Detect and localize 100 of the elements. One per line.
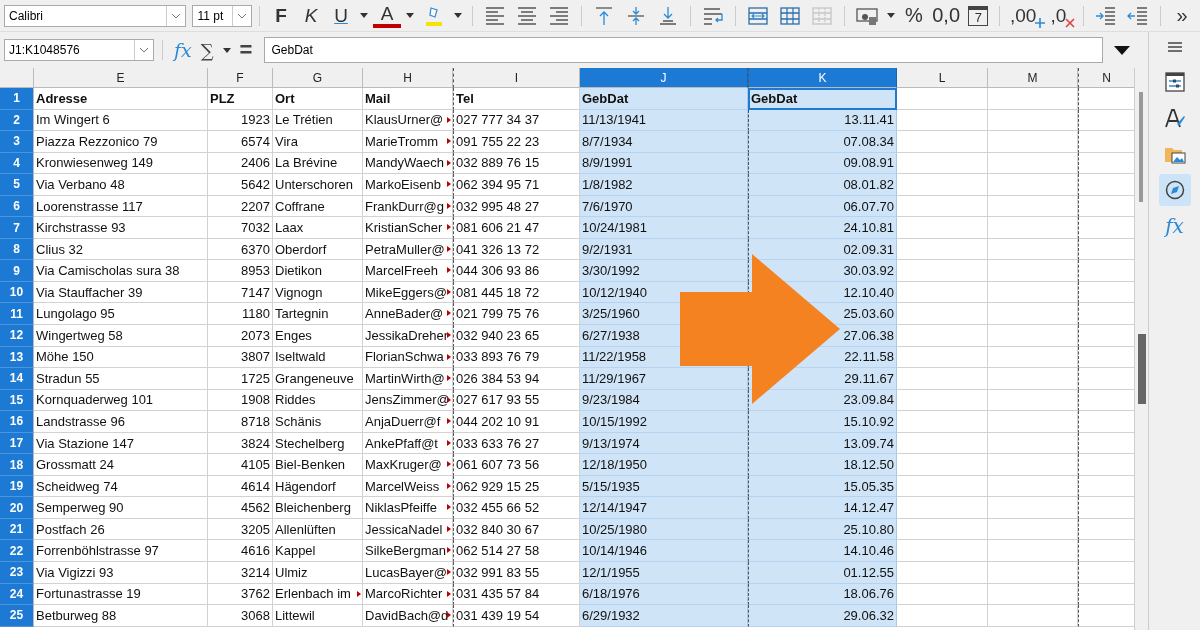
table-cell: MartinWirth@ (363, 368, 453, 390)
table-cell: Tartegnin (273, 303, 363, 325)
align-left-icon[interactable] (483, 4, 506, 27)
table-cell: DavidBach@d (363, 605, 453, 627)
row-header[interactable]: 1 (0, 88, 34, 110)
format-button[interactable]: % (899, 2, 928, 29)
format-button[interactable]: 0,0 (929, 2, 963, 29)
row-header[interactable]: 4 (0, 152, 34, 175)
table-cell: MarcelFreeh (363, 260, 453, 282)
caret-icon[interactable] (454, 13, 462, 18)
function-wizard-button[interactable]: fx (171, 39, 195, 61)
table-cell: Via Stazione 147 (34, 432, 208, 455)
bold-button[interactable]: F (267, 2, 295, 29)
row-header[interactable]: 10 (0, 281, 34, 304)
table-cell: Oberdorf (273, 238, 363, 261)
table-cell: FlorianSchwa (363, 346, 453, 369)
font-color-button[interactable]: A (373, 3, 401, 28)
column-header[interactable]: H (363, 68, 453, 88)
formula-button[interactable]: = (236, 37, 256, 63)
table-cell: Schänis (273, 411, 363, 433)
column-header[interactable]: N (1078, 68, 1135, 88)
sidebar-collapse-handle[interactable] (1138, 334, 1147, 404)
row-header[interactable]: 13 (0, 346, 34, 369)
column-header[interactable]: M (988, 68, 1078, 88)
row-header[interactable]: 8 (0, 238, 34, 261)
align-right-icon[interactable] (547, 4, 570, 27)
outdent-icon[interactable] (1126, 4, 1149, 27)
table-cell: MarieTromm (363, 131, 453, 153)
table-cell: Betburweg 88 (34, 605, 208, 627)
table-cell: 06.07.70 (748, 195, 897, 218)
row-header[interactable]: 9 (0, 260, 34, 282)
date-format-button[interactable]: 7 (968, 5, 989, 26)
row-header[interactable]: 21 (0, 518, 34, 541)
delete-decimal-button[interactable]: ,0 (1047, 2, 1076, 29)
row-header[interactable]: 12 (0, 325, 34, 347)
functions-button[interactable]: fx (1158, 210, 1191, 242)
table-cell: Scheidweg 74 (34, 475, 208, 498)
row-header[interactable]: 18 (0, 454, 34, 476)
column-header[interactable]: K (748, 68, 897, 88)
row-header[interactable]: 7 (0, 217, 34, 239)
row-header[interactable]: 24 (0, 583, 34, 606)
formula-input[interactable]: GebDat (264, 37, 1103, 63)
scrollbar-thumb[interactable] (1139, 92, 1144, 202)
row-header[interactable]: 5 (0, 174, 34, 196)
caret-icon[interactable] (360, 13, 368, 18)
column-header[interactable]: G (273, 68, 363, 88)
row-header[interactable]: 17 (0, 432, 34, 455)
table-cell: 29.06.32 (748, 605, 897, 627)
align-center-icon[interactable] (515, 4, 538, 27)
name-box[interactable]: J1:K1048576 (4, 39, 154, 61)
row-header[interactable]: 23 (0, 562, 34, 584)
expand-icon[interactable] (1114, 45, 1130, 55)
table-cell: Hägendorf (273, 475, 363, 498)
row-header[interactable]: 11 (0, 303, 34, 325)
add-decimal-button[interactable]: ,00 (1007, 2, 1046, 29)
table-cell: 3205 (208, 518, 273, 541)
row-header[interactable]: 15 (0, 389, 34, 412)
caret-icon[interactable] (886, 13, 895, 18)
highlight-icon[interactable] (423, 4, 445, 27)
table-cell: 3068 (208, 605, 273, 627)
row-header[interactable]: 25 (0, 605, 34, 627)
table-cell: 1923 (208, 109, 273, 132)
column-header[interactable]: F (208, 68, 273, 88)
font-name-box[interactable]: Calibri (4, 4, 187, 27)
table-cell: AnneBader@ (363, 303, 453, 325)
table-cell: La Brévine (273, 152, 363, 175)
row-header[interactable]: 6 (0, 195, 34, 218)
table-cell: 5642 (208, 174, 273, 196)
merge-icon[interactable] (778, 4, 801, 27)
table-cell: 8953 (208, 260, 273, 282)
font-size-box[interactable]: 11 pt (192, 4, 253, 27)
column-header[interactable]: E (34, 68, 208, 88)
row-header[interactable]: 2 (0, 109, 34, 132)
underline-button[interactable]: U (327, 2, 355, 29)
more-button[interactable]: » (1168, 2, 1196, 29)
table-cell: 8718 (208, 411, 273, 433)
row-header[interactable]: 3 (0, 131, 34, 153)
row-header[interactable]: 19 (0, 475, 34, 498)
caret-icon[interactable] (222, 47, 231, 53)
italic-button[interactable]: K (297, 2, 325, 29)
menu-icon[interactable] (1167, 42, 1182, 52)
indent-icon[interactable] (1094, 4, 1117, 27)
column-header[interactable]: I (453, 68, 580, 88)
merge-center-icon[interactable] (746, 4, 769, 27)
table-cell: Wingertweg 58 (34, 325, 208, 347)
sum-button[interactable]: ∑ (197, 39, 217, 61)
caret-icon[interactable] (406, 13, 414, 18)
column-header[interactable]: J (580, 68, 748, 88)
right-arrow-icon (680, 254, 840, 404)
row-header[interactable]: 14 (0, 368, 34, 390)
row-header[interactable]: 16 (0, 411, 34, 433)
column-header[interactable]: L (897, 68, 988, 88)
row-header[interactable]: 22 (0, 540, 34, 563)
table-cell: 9/13/1974 (580, 432, 748, 455)
table-cell: 15.10.92 (748, 411, 897, 433)
navigator-button[interactable] (1158, 174, 1191, 206)
table-cell: JessicaNadel (363, 518, 453, 541)
table-cell: 14.12.47 (748, 497, 897, 519)
row-header[interactable]: 20 (0, 497, 34, 519)
chevron-down-icon (171, 12, 182, 19)
